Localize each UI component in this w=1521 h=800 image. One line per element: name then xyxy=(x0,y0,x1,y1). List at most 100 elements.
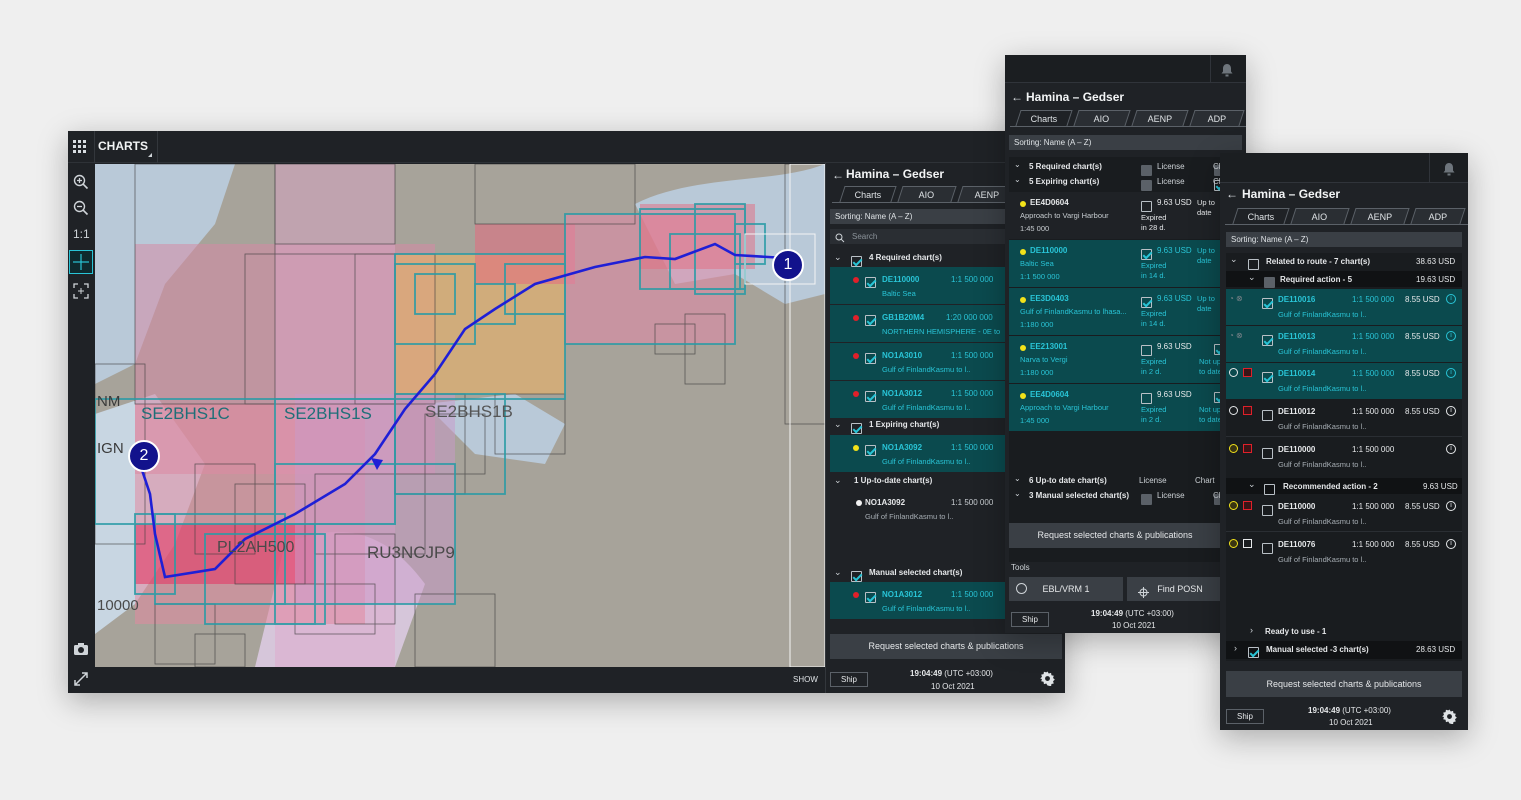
row-checkbox[interactable] xyxy=(1262,372,1273,384)
sorting-select[interactable]: Sorting: Name (A – Z) xyxy=(1009,135,1242,150)
group-header[interactable]: ⌄ 3 Manual selected chart(s) License Cha xyxy=(1009,489,1246,506)
chart-row[interactable]: DE110000 1:1 500 000 8.55 USD i Gulf of … xyxy=(1226,496,1462,532)
ship-selector[interactable]: Ship xyxy=(830,672,868,687)
gear-icon[interactable] xyxy=(1442,709,1457,729)
group-required-checkbox[interactable] xyxy=(851,256,862,268)
status-dot-red xyxy=(853,391,859,397)
request-charts-button[interactable]: Request selected charts & publications xyxy=(1009,523,1221,548)
chart-row[interactable]: ◔ ⊗ DE110016 1:1 500 000 8.55 USD i Gulf… xyxy=(1226,289,1462,325)
tab-charts[interactable]: Charts xyxy=(1232,208,1290,224)
row-checkbox[interactable] xyxy=(865,353,876,365)
tab-adp[interactable]: ADP xyxy=(1189,110,1245,126)
row-checkbox[interactable] xyxy=(1262,505,1273,517)
required-checkbox[interactable] xyxy=(1264,277,1275,289)
row-checkbox[interactable] xyxy=(1141,249,1152,261)
row-checkbox[interactable] xyxy=(865,445,876,457)
chart-price: 9.63 USD xyxy=(1157,342,1192,351)
bell-icon[interactable] xyxy=(1443,162,1455,181)
ready-header[interactable]: › Ready to use - 1 xyxy=(1226,623,1462,639)
clock-status-icon xyxy=(1229,406,1238,415)
info-icon[interactable]: i xyxy=(1446,444,1456,454)
back-arrow-icon[interactable]: ← xyxy=(1226,187,1238,201)
waypoint-2[interactable]: 2 xyxy=(128,440,160,472)
chart-row[interactable]: ◔ ⊗ DE110013 1:1 500 000 8.55 USD i Gulf… xyxy=(1226,326,1462,362)
info-icon[interactable]: i xyxy=(1446,368,1456,378)
group-header[interactable]: ⌄ 5 Expiring chart(s) License Cha xyxy=(1009,175,1246,192)
tab-charts[interactable]: Charts xyxy=(839,186,897,202)
find-posn-button[interactable]: Find POSN xyxy=(1127,577,1221,601)
group-header[interactable]: ⌄ 5 Required chart(s) License Cha xyxy=(1009,160,1246,177)
tab-aio[interactable]: AIO xyxy=(1290,208,1350,224)
crosshair-icon[interactable] xyxy=(69,250,93,274)
zoom-out-icon[interactable] xyxy=(73,200,89,221)
waypoint-1[interactable]: 1 xyxy=(772,249,804,281)
row-checkbox[interactable] xyxy=(865,592,876,604)
row-checkbox[interactable] xyxy=(1262,543,1273,555)
zoom-in-icon[interactable] xyxy=(73,174,89,195)
request-charts-button[interactable]: Request selected charts & publications xyxy=(830,634,1062,659)
chart-row[interactable]: DE110012 1:1 500 000 8.55 USD i Gulf of … xyxy=(1226,401,1462,437)
ship-selector[interactable]: Ship xyxy=(1226,709,1264,724)
gear-icon[interactable] xyxy=(1040,671,1055,691)
chart-row[interactable]: EE4D0604 Approach to Vargi Harbour 1:45 … xyxy=(1009,192,1246,239)
request-charts-button[interactable]: Request selected charts & publications xyxy=(1226,671,1462,697)
map-canvas[interactable]: NM SE2BHS1C SE2BHS1S SE2BHS1B IGN PL2AH5… xyxy=(95,164,825,667)
charts-title[interactable]: CHARTS xyxy=(98,139,148,153)
info-icon[interactable]: i xyxy=(1446,294,1456,304)
expand-icon[interactable] xyxy=(73,671,89,692)
tab-aenp[interactable]: AENP xyxy=(1131,110,1189,126)
bell-icon[interactable] xyxy=(1221,63,1233,82)
required-header[interactable]: ⌄ Required action - 5 19.63 USD xyxy=(1226,271,1462,289)
recommended-header[interactable]: ⌄ Recommended action - 2 9.63 USD xyxy=(1226,478,1462,496)
sorting-select[interactable]: Sorting: Name (A – Z) xyxy=(1226,232,1462,247)
ship-selector[interactable]: Ship xyxy=(1011,612,1049,627)
row-checkbox[interactable] xyxy=(1262,298,1273,310)
tab-aenp[interactable]: AENP xyxy=(1350,208,1410,224)
chart-row[interactable]: DE110014 1:1 500 000 8.55 USD i Gulf of … xyxy=(1226,363,1462,399)
tab-charts[interactable]: Charts xyxy=(1015,110,1073,126)
chart-row[interactable]: DE110000 Baltic Sea 1:1 500 000 9.63 USD… xyxy=(1009,240,1246,287)
manual-header[interactable]: › Manual selected -3 chart(s) 28.63 USD xyxy=(1226,641,1462,659)
info-icon[interactable]: i xyxy=(1446,331,1456,341)
row-checkbox[interactable] xyxy=(865,277,876,289)
row-checkbox[interactable] xyxy=(1141,345,1152,357)
info-icon[interactable]: i xyxy=(1446,501,1456,511)
recommended-checkbox[interactable] xyxy=(1264,484,1275,496)
row-checkbox[interactable] xyxy=(1141,393,1152,405)
row-checkbox[interactable] xyxy=(1262,410,1273,422)
show-button[interactable]: SHOW xyxy=(793,675,818,684)
row-checkbox[interactable] xyxy=(865,315,876,327)
one-to-one-button[interactable]: 1:1 xyxy=(73,227,90,241)
chart-row[interactable]: EE213001 Narva to Vergi 1:180 000 9.63 U… xyxy=(1009,336,1246,383)
tab-aenp-label: AENP xyxy=(974,190,999,200)
row-checkbox[interactable] xyxy=(1141,201,1152,213)
group-manual-checkbox[interactable] xyxy=(851,571,862,583)
related-header[interactable]: ⌄ Related to route - 7 chart(s) 38.63 US… xyxy=(1226,253,1462,271)
info-icon[interactable]: i xyxy=(1446,406,1456,416)
group-header[interactable]: ⌄ 6 Up-to date chart(s) License Chart xyxy=(1009,474,1246,488)
chart-row[interactable]: EE3D0403 Gulf of FinlandKasmu to lhasa..… xyxy=(1009,288,1246,335)
group-expiring-checkbox[interactable] xyxy=(851,423,862,435)
tab-aio[interactable]: AIO xyxy=(1073,110,1131,126)
chart-row[interactable]: DE110076 1:1 500 000 8.55 USD i Gulf of … xyxy=(1226,534,1462,570)
tab-aio[interactable]: AIO xyxy=(897,186,957,202)
back-arrow-icon[interactable]: ← xyxy=(832,168,844,182)
info-icon[interactable]: i xyxy=(1446,539,1456,549)
chart-row[interactable]: DE110000 1:1 500 000 i Gulf of FinlandKa… xyxy=(1226,439,1462,475)
row-checkbox[interactable] xyxy=(865,391,876,403)
row-checkbox[interactable] xyxy=(1262,448,1273,460)
title-corner-marker xyxy=(148,153,152,157)
related-checkbox[interactable] xyxy=(1248,259,1259,271)
manual-checkbox[interactable] xyxy=(1248,647,1259,659)
tab-adp[interactable]: ADP xyxy=(1410,208,1466,224)
back-arrow-icon[interactable]: ← xyxy=(1011,90,1023,104)
camera-icon[interactable] xyxy=(73,642,89,661)
fit-icon[interactable] xyxy=(73,283,89,304)
chart-row[interactable]: EE4D0604 Approach to Vargi Harbour 1:45 … xyxy=(1009,384,1246,431)
row-checkbox[interactable] xyxy=(1141,297,1152,309)
ebl-vrm-button[interactable]: EBL/VRM 1 xyxy=(1009,577,1123,601)
grid-icon[interactable] xyxy=(73,140,87,154)
row-checkbox[interactable] xyxy=(1262,335,1273,347)
license-checkbox[interactable] xyxy=(1141,180,1152,192)
license-checkbox[interactable] xyxy=(1141,494,1152,506)
